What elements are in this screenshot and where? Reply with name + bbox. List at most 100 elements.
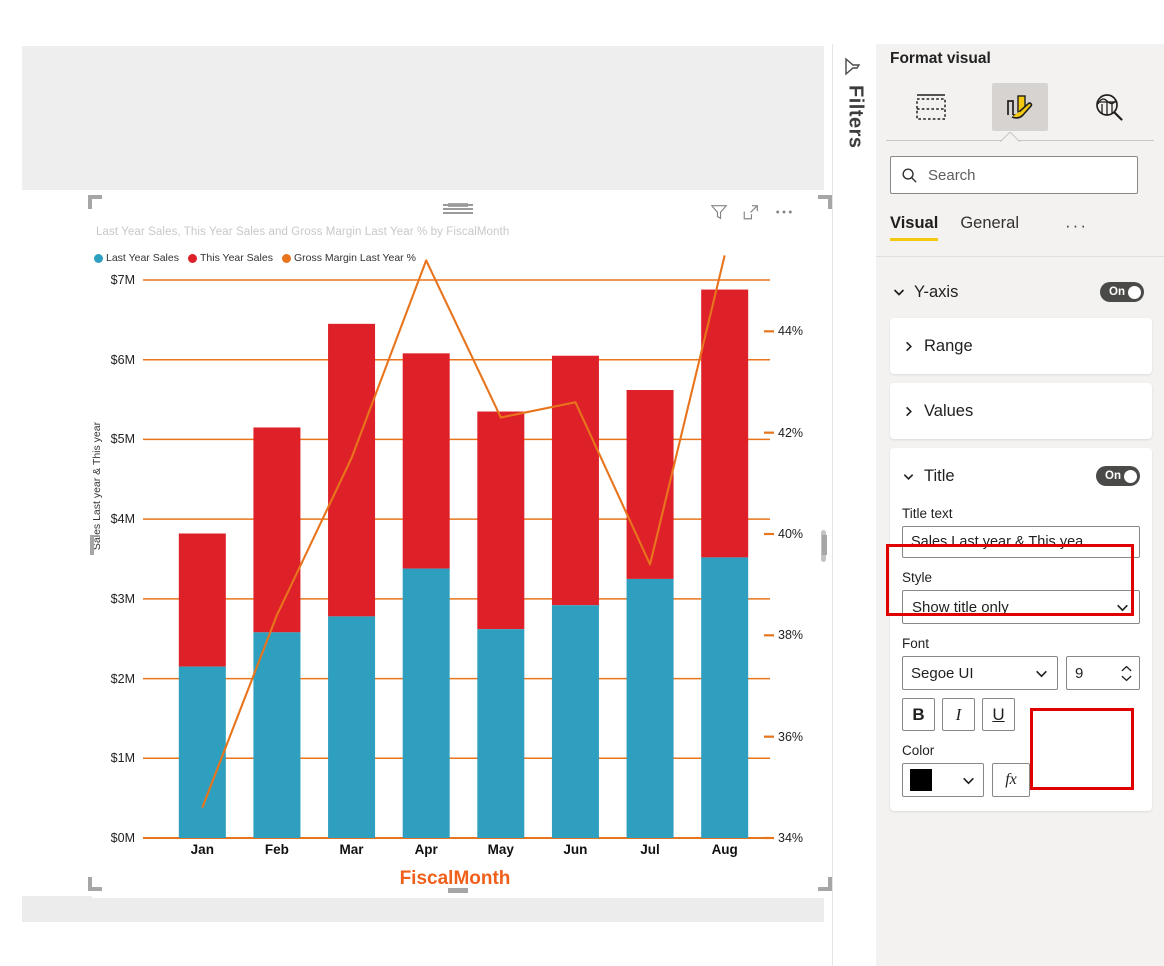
y-axis-left-tick: $6M	[110, 352, 135, 367]
focus-mode-icon[interactable]	[742, 203, 760, 221]
paintbrush-chart-icon	[1007, 95, 1033, 119]
y-axis-left-tick: $7M	[110, 273, 135, 287]
legend-label-gross-margin: Gross Margin Last Year %	[293, 252, 416, 264]
y-axis-right-tick: 34%	[778, 831, 804, 845]
filters-pane-label[interactable]: Filters	[844, 85, 867, 149]
combo-chart-visual[interactable]	[92, 198, 828, 898]
color-label: Color	[902, 743, 935, 758]
font-family-value: Segoe UI	[911, 664, 974, 682]
card-range-label: Range	[924, 336, 973, 355]
font-family-select[interactable]: Segoe UI	[902, 656, 1058, 690]
selection-handle-bottom-center[interactable]	[448, 888, 468, 893]
pane-subtabs[interactable]: Visual General ···	[890, 206, 1150, 246]
selection-handle-left-center[interactable]	[90, 535, 94, 555]
x-axis-tick: Apr	[414, 842, 438, 857]
title-toggle[interactable]: On	[1096, 466, 1140, 486]
font-size-spin-arrows[interactable]	[1120, 665, 1133, 682]
x-axis-title: FiscalMonth	[399, 868, 511, 889]
section-y-axis[interactable]: Y-axis On	[890, 266, 1152, 318]
active-tab-caret-icon	[1000, 132, 1020, 142]
magnifier-chart-icon	[1096, 94, 1123, 121]
y-axis-left-tick: $5M	[110, 432, 135, 447]
x-axis-tick: Feb	[264, 842, 289, 857]
settings-list[interactable]: Y-axis On Range Values Title On Title te…	[876, 266, 1164, 966]
chevron-down-icon	[1117, 604, 1128, 611]
more-options-icon[interactable]	[774, 203, 792, 221]
legend-item-last-year-sales[interactable]: Last Year Sales	[94, 252, 179, 264]
style-select[interactable]: Show title only	[902, 590, 1140, 624]
font-size-value: 9	[1075, 664, 1084, 682]
visual-header-toolbar[interactable]	[710, 198, 822, 226]
style-select-value: Show title only	[912, 598, 1009, 616]
x-axis-tick: May	[487, 842, 514, 857]
card-values-header[interactable]: Values	[902, 383, 1140, 439]
legend-item-gross-margin[interactable]: Gross Margin Last Year %	[281, 252, 416, 264]
subtab-more-options-icon[interactable]: ···	[1065, 216, 1088, 236]
color-swatch	[910, 769, 932, 791]
pane-title: Format visual	[890, 50, 991, 67]
title-text-input[interactable]	[902, 526, 1140, 558]
y-axis-toggle-knob	[1128, 285, 1141, 299]
title-toggle-knob	[1124, 469, 1137, 483]
chevron-down-icon	[893, 289, 905, 296]
selection-handle-top-left[interactable]	[88, 195, 102, 209]
title-text-label: Title text	[902, 506, 953, 521]
font-size-stepper[interactable]: 9	[1066, 656, 1140, 690]
y-axis-right-tick: 42%	[778, 425, 804, 440]
card-title-label: Title	[924, 466, 955, 485]
analytics-tab[interactable]	[1081, 83, 1137, 131]
y-axis-toggle[interactable]: On	[1100, 282, 1144, 302]
chevron-down-icon[interactable]	[1120, 674, 1133, 682]
legend-item-this-year-sales[interactable]: This Year Sales	[187, 252, 273, 264]
search-box[interactable]	[890, 156, 1138, 194]
search-input[interactable]	[926, 165, 1126, 185]
search-icon	[902, 167, 917, 183]
y-axis-left-tick: $3M	[110, 591, 135, 606]
selection-handle-right-center[interactable]	[822, 535, 827, 555]
visual-drag-grip[interactable]	[443, 204, 473, 214]
filter-icon[interactable]	[710, 203, 728, 221]
legend-label-this-year-sales: This Year Sales	[199, 252, 273, 264]
chart-legend[interactable]: Last Year Sales This Year Sales Gross Ma…	[94, 251, 416, 265]
conditional-formatting-fx-button[interactable]: fx	[992, 763, 1030, 797]
selection-handle-top-right[interactable]	[818, 195, 832, 209]
card-values[interactable]: Values	[890, 383, 1152, 439]
filters-pane-collapsed[interactable]: Filters	[832, 44, 876, 966]
report-canvas[interactable]: Last Year Sales, This Year Sales and Gro…	[0, 0, 893, 966]
selection-handle-bottom-left[interactable]	[88, 877, 102, 891]
y-axis-right-tick: 40%	[778, 527, 804, 541]
x-axis-tick: Aug	[711, 842, 738, 857]
bold-button[interactable]: B	[902, 698, 935, 731]
color-picker[interactable]	[902, 763, 984, 797]
card-title[interactable]: Title On Title text Style Show title onl…	[890, 448, 1152, 811]
format-visual-pane[interactable]: Format visual Search Visual General ··· …	[876, 44, 1164, 966]
underline-button[interactable]: U	[982, 698, 1015, 731]
style-label: Style	[902, 570, 933, 585]
chevron-down-icon	[1036, 670, 1047, 677]
font-label: Font	[902, 636, 930, 651]
tab-visual[interactable]: Visual	[890, 214, 939, 241]
card-range-header[interactable]: Range	[902, 318, 1140, 374]
pane-tab-strip[interactable]	[876, 74, 1164, 140]
x-axis-tick: Jun	[563, 842, 588, 857]
card-range[interactable]: Range	[890, 318, 1152, 374]
italic-button[interactable]: I	[942, 698, 975, 731]
build-visual-tab[interactable]	[903, 83, 959, 131]
legend-swatch-gross-margin	[281, 253, 291, 263]
legend-swatch-last-year-sales	[94, 253, 103, 263]
filter-funnel-icon[interactable]	[843, 57, 868, 77]
canvas-blank-area-bottom	[22, 896, 824, 922]
y-axis-left-tick: $2M	[110, 671, 135, 686]
x-axis-tick: Jul	[640, 842, 660, 857]
fields-table-icon	[915, 94, 946, 120]
card-title-header[interactable]: Title On	[902, 448, 1140, 504]
format-visual-tab[interactable]	[991, 83, 1048, 131]
pane-tabs-underline	[886, 140, 1154, 141]
legend-label-last-year-sales: Last Year Sales	[106, 252, 179, 264]
x-axis-tick: Jan	[190, 842, 214, 857]
card-values-label: Values	[924, 401, 974, 420]
chevron-up-icon[interactable]	[1120, 665, 1133, 673]
selection-handle-bottom-right[interactable]	[818, 877, 832, 891]
tab-general[interactable]: General	[960, 214, 1019, 239]
canvas-blank-area-top	[22, 46, 824, 190]
